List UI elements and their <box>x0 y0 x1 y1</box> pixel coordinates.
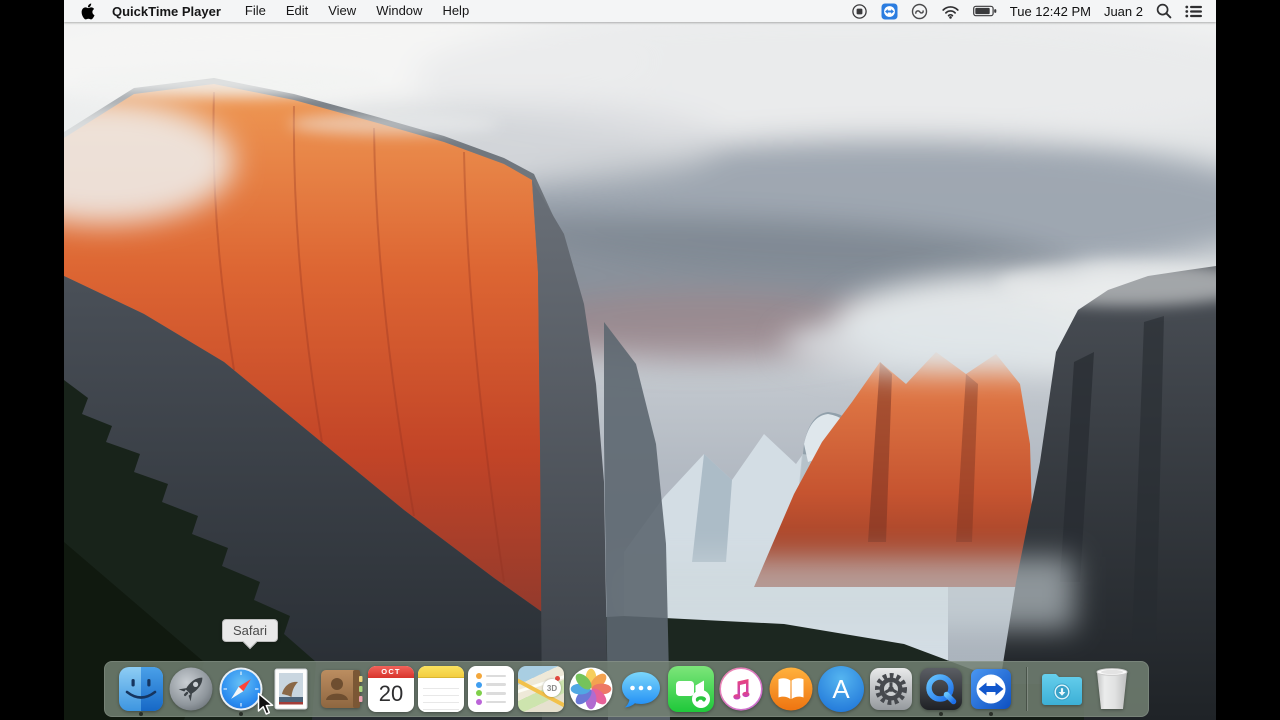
dock-item-app-store[interactable]: A <box>818 661 864 717</box>
facetime-icon <box>668 666 714 712</box>
dock-item-downloads-folder[interactable] <box>1039 661 1085 717</box>
teamviewer-menu-icon[interactable] <box>881 0 898 22</box>
dock-separator <box>1026 667 1027 711</box>
dock-item-facetime[interactable] <box>668 661 714 717</box>
dock-item-maps[interactable]: 3D <box>518 661 564 717</box>
dock-item-itunes[interactable] <box>718 661 764 717</box>
dock-item-ibooks[interactable] <box>768 661 814 717</box>
launchpad-icon <box>169 667 213 711</box>
maps-3d-badge: 3D <box>543 679 561 697</box>
apple-icon <box>81 3 95 19</box>
dock-item-photos[interactable] <box>568 661 614 717</box>
app-store-letter: A <box>832 674 850 704</box>
menu-edit[interactable]: Edit <box>276 0 318 22</box>
itunes-icon <box>719 667 763 711</box>
dock-item-contacts[interactable] <box>318 661 364 717</box>
battery-icon[interactable] <box>972 0 997 22</box>
menu-help[interactable]: Help <box>432 0 479 22</box>
maps-icon: 3D <box>518 666 564 712</box>
menu-bar: QuickTime Player File Edit View Window H… <box>64 0 1216 22</box>
dock-tooltip: Safari <box>222 619 278 642</box>
macos-desktop[interactable]: QuickTime Player File Edit View Window H… <box>64 0 1216 720</box>
messages-icon <box>622 672 660 708</box>
dock-item-notes[interactable] <box>418 661 464 717</box>
menu-view[interactable]: View <box>318 0 366 22</box>
menu-file[interactable]: File <box>235 0 276 22</box>
reminders-icon <box>468 666 514 712</box>
downloads-folder-icon <box>1042 674 1082 705</box>
photos-icon <box>569 667 613 711</box>
fast-user-switch-menu[interactable]: Juan 2 <box>1104 4 1143 19</box>
dock-item-system-preferences[interactable] <box>868 661 914 717</box>
finder-icon <box>119 667 163 711</box>
wifi-icon[interactable] <box>941 0 960 22</box>
dock-item-finder[interactable] <box>118 661 164 717</box>
stop-recording-icon[interactable] <box>851 0 868 22</box>
menu-window[interactable]: Window <box>366 0 432 22</box>
apple-menu[interactable] <box>64 0 112 22</box>
dock-item-messages[interactable] <box>618 661 664 717</box>
dock-item-calendar[interactable]: OCT 20 <box>368 661 414 717</box>
creative-cloud-icon[interactable] <box>911 0 928 22</box>
video-frame: QuickTime Player File Edit View Window H… <box>0 0 1280 720</box>
contacts-icon <box>321 670 363 708</box>
dock-item-launchpad[interactable] <box>168 661 214 717</box>
dock-item-reminders[interactable] <box>468 661 514 717</box>
dock-item-trash[interactable] <box>1089 661 1135 717</box>
mouse-cursor-arrow <box>257 692 275 720</box>
system-preferences-icon <box>870 668 912 710</box>
app-store-icon: A <box>818 666 864 712</box>
calendar-month: OCT <box>368 666 414 678</box>
menu-bar-left: QuickTime Player File Edit View Window H… <box>64 0 479 22</box>
menu-bar-status-area: Tue 12:42 PM Juan 2 <box>851 0 1216 22</box>
calendar-icon: OCT 20 <box>368 666 414 712</box>
notes-icon <box>418 666 464 712</box>
trash-icon <box>1096 668 1128 709</box>
quicktime-icon <box>920 668 962 710</box>
calendar-day: 20 <box>378 681 404 706</box>
dock-item-quicktime-player[interactable] <box>918 661 964 717</box>
menu-bar-clock[interactable]: Tue 12:42 PM <box>1010 4 1091 19</box>
active-app-name[interactable]: QuickTime Player <box>112 4 235 19</box>
spotlight-search-icon[interactable] <box>1156 0 1172 22</box>
teamviewer-icon <box>971 669 1011 709</box>
wallpaper-el-capitan <box>64 22 1216 720</box>
ibooks-icon <box>769 667 813 711</box>
dock-item-teamviewer[interactable] <box>968 661 1014 717</box>
notification-center-icon[interactable] <box>1185 0 1203 22</box>
